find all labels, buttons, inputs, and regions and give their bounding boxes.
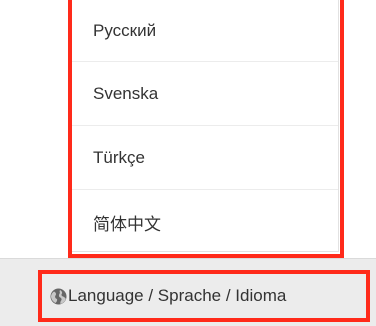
language-option-turkish[interactable]: Türkçe [72, 126, 338, 190]
language-menu: Русский Svenska Türkçe 简体中文 [71, 0, 339, 252]
language-option-swedish[interactable]: Svenska [72, 62, 338, 126]
language-toggle-button[interactable]: Language / Sprache / Idioma [38, 270, 370, 322]
globe-icon [50, 288, 67, 305]
language-option-label: Русский [93, 20, 157, 40]
language-option-label: 简体中文 [93, 214, 161, 234]
page: Русский Svenska Türkçe 简体中文 Language / S… [0, 0, 376, 326]
language-option-simplified-chinese[interactable]: 简体中文 [72, 190, 338, 254]
language-option-label: Svenska [93, 83, 159, 103]
language-toggle-label: Language / Sprache / Idioma [68, 286, 287, 305]
language-option-russian[interactable]: Русский [72, 0, 338, 62]
language-option-label: Türkçe [93, 147, 145, 167]
